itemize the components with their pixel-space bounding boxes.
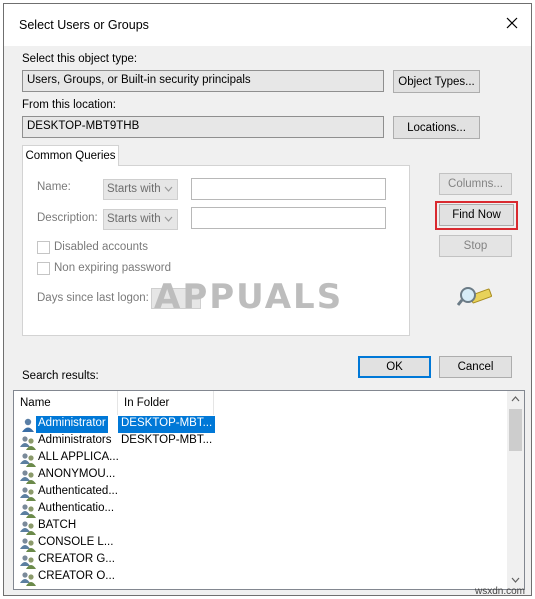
list-item[interactable]: Administrators DESKTOP-MBT...: [14, 433, 214, 450]
name-mode-select[interactable]: Starts with: [103, 179, 178, 200]
user-icon: [22, 418, 34, 432]
group-icon: [20, 572, 36, 586]
group-icon: [20, 487, 36, 501]
scroll-up-icon[interactable]: [511, 396, 520, 402]
cancel-button[interactable]: Cancel: [439, 356, 512, 378]
chevron-down-icon: [164, 186, 173, 192]
list-item[interactable]: CREATOR O...: [14, 569, 214, 586]
columns-button[interactable]: Columns...: [439, 173, 512, 195]
select-users-dialog: Select Users or Groups Select this objec…: [3, 3, 532, 596]
list-item[interactable]: ANONYMOU...: [14, 467, 214, 484]
result-name: CREATOR G...: [38, 553, 115, 565]
list-item[interactable]: BATCH: [14, 518, 214, 535]
tab-common-queries[interactable]: Common Queries: [22, 145, 119, 166]
list-item[interactable]: Authenticated...: [14, 484, 214, 501]
group-icon: [20, 504, 36, 518]
find-now-button[interactable]: Find Now: [439, 204, 514, 226]
result-name: Authenticatio...: [38, 502, 115, 514]
result-name: Administrators: [38, 434, 112, 446]
description-mode-select[interactable]: Starts with: [103, 209, 178, 230]
list-item[interactable]: Administrator DESKTOP-MBT...: [14, 416, 216, 433]
window-title: Select Users or Groups: [19, 18, 149, 32]
name-mode-value: Starts with: [107, 183, 161, 195]
column-header-folder[interactable]: In Folder: [118, 391, 214, 415]
chevron-down-icon: [164, 216, 173, 222]
appuals-watermark: APPUALS: [154, 277, 344, 317]
object-type-label: Select this object type:: [22, 53, 138, 65]
search-results-list[interactable]: Name In Folder Administrator DESKTOP-MBT…: [13, 390, 525, 590]
result-folder: DESKTOP-MBT...: [121, 434, 213, 446]
results-scrollbar[interactable]: [507, 391, 524, 589]
scroll-down-icon[interactable]: [511, 577, 520, 583]
group-icon: [20, 555, 36, 569]
days-since-logon-label: Days since last logon:: [37, 292, 149, 304]
title-bar: Select Users or Groups: [4, 4, 531, 46]
group-icon: [20, 521, 36, 535]
scrollbar-thumb[interactable]: [509, 409, 522, 451]
disabled-accounts-label: Disabled accounts: [54, 241, 148, 253]
result-name: BATCH: [38, 519, 77, 531]
group-icon: [20, 538, 36, 552]
list-item[interactable]: Authenticatio...: [14, 501, 214, 518]
non-expiring-password-label: Non expiring password: [54, 262, 171, 274]
search-results-label: Search results:: [22, 370, 99, 382]
group-icon: [20, 453, 36, 467]
result-name: Authenticated...: [38, 485, 118, 497]
description-mode-value: Starts with: [107, 213, 161, 225]
object-type-field: Users, Groups, or Built-in security prin…: [22, 70, 384, 92]
result-name: ANONYMOU...: [38, 468, 116, 480]
location-label: From this location:: [22, 99, 116, 111]
result-name: CREATOR O...: [38, 570, 115, 582]
column-header-name[interactable]: Name: [14, 391, 118, 415]
description-label: Description:: [37, 212, 98, 224]
close-icon: [506, 17, 518, 29]
description-input[interactable]: [191, 207, 386, 229]
disabled-accounts-checkbox[interactable]: [37, 241, 50, 254]
name-label: Name:: [37, 181, 71, 193]
object-types-button[interactable]: Object Types...: [393, 70, 480, 93]
result-name: ALL APPLICA...: [38, 451, 119, 463]
search-magnifier-icon: [457, 287, 492, 306]
list-item[interactable]: CONSOLE L...: [14, 535, 214, 552]
result-name: CONSOLE L...: [38, 536, 114, 548]
list-item[interactable]: CREATOR G...: [14, 552, 214, 569]
result-name: Administrator: [36, 416, 108, 433]
location-field: DESKTOP-MBT9THB: [22, 116, 384, 138]
stop-button[interactable]: Stop: [439, 235, 512, 257]
group-icon: [20, 470, 36, 484]
list-item[interactable]: ALL APPLICA...: [14, 450, 214, 467]
close-button[interactable]: [497, 10, 527, 36]
name-input[interactable]: [191, 178, 386, 200]
result-folder: DESKTOP-MBT...: [118, 416, 216, 433]
ok-button[interactable]: OK: [358, 356, 431, 378]
group-icon: [20, 436, 36, 450]
non-expiring-password-checkbox[interactable]: [37, 262, 50, 275]
locations-button[interactable]: Locations...: [393, 116, 480, 139]
site-watermark: wsxdn.com: [474, 586, 525, 597]
